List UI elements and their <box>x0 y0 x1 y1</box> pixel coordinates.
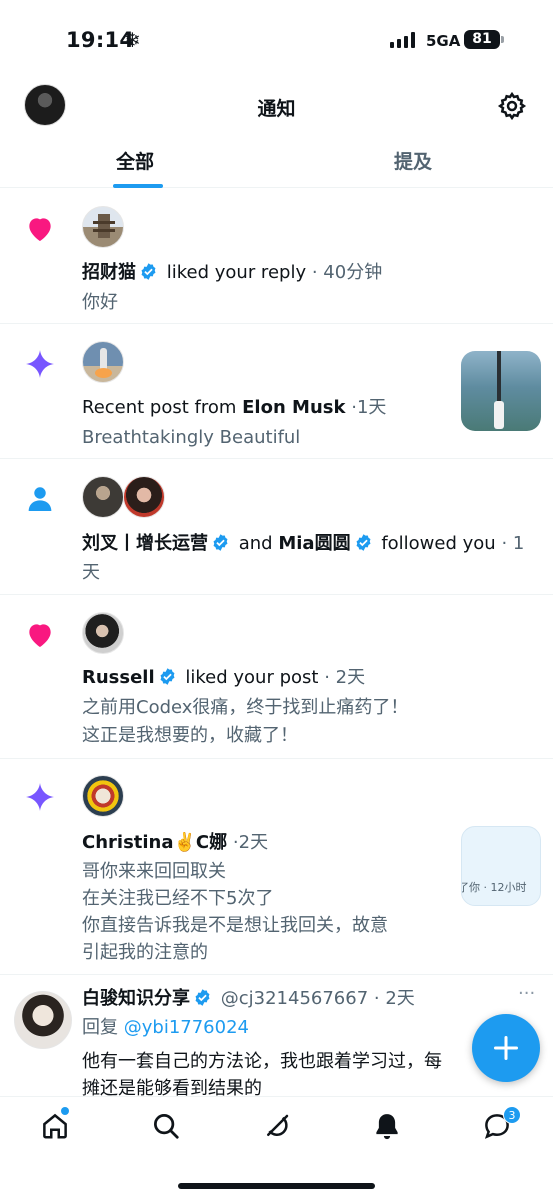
quoted-post-thumbnail[interactable]: 了你 · 12小时 <box>461 826 541 906</box>
reply-prefix: 回复 <box>82 1017 118 1038</box>
reply-context: 回复 @ybi1776024 <box>82 1014 249 1041</box>
tab-mentions[interactable]: 提及 <box>394 147 432 174</box>
search-icon[interactable] <box>151 1111 181 1141</box>
post-text-line: 之前用Codex很痛，终于找到止痛药了！ <box>82 697 409 718</box>
post-text: Breathtakingly Beautiful <box>82 427 301 448</box>
user-name[interactable]: Elon Musk <box>242 397 345 418</box>
post-thumbnail[interactable] <box>461 351 541 431</box>
post-text-line: 哥你来来回回取关 <box>82 861 226 882</box>
user-name[interactable]: Christina✌️C娜 <box>82 832 227 853</box>
user-name[interactable]: Mia圆圆 <box>278 533 350 554</box>
avatar[interactable] <box>82 476 124 518</box>
reply-to-link[interactable]: @ybi1776024 <box>124 1017 249 1038</box>
separator: · <box>501 533 508 554</box>
post-text-line: 你直接告诉我是不是想让我回关，故意 <box>82 915 388 936</box>
reply-item[interactable]: 白骏知识分享 @cj3214567667 · 2天 ··· 回复 @ybi177… <box>0 975 553 1096</box>
separator: · <box>324 667 330 688</box>
heart-icon <box>29 218 51 241</box>
home-notification-dot <box>61 1107 69 1115</box>
avatar[interactable] <box>82 775 124 817</box>
battery-tip <box>501 36 504 43</box>
user-handle[interactable]: @cj3214567667 <box>221 988 368 1009</box>
notification-item[interactable]: 刘叉丨增长运营 and Mia圆圆 followed you · 1 天 <box>0 459 553 595</box>
timestamp: 2天 <box>335 667 366 688</box>
post-text-line: 摊还是能够看到结果的 <box>82 1078 262 1096</box>
more-options-icon[interactable]: ··· <box>518 983 535 1004</box>
post-text-line: 他有一套自己的方法论，我也跟着学习过，每 <box>82 1051 442 1072</box>
timestamp: 1天 <box>356 397 387 418</box>
notification-text: 招财猫 liked your reply · 40分钟 <box>82 259 382 287</box>
verified-badge-icon <box>213 534 228 551</box>
action-text: liked your reply <box>166 262 307 283</box>
tab-all[interactable]: 全部 <box>116 147 154 174</box>
timestamp: 40分钟 <box>323 262 383 283</box>
status-bar: 19:14 ❄ 5GA 81 <box>0 0 553 80</box>
notification-item[interactable]: Christina✌️C娜 ·2天 哥你来来回回取关 在关注我已经不下5次了 你… <box>0 759 553 975</box>
plus-icon <box>493 1035 519 1061</box>
notification-item[interactable]: Recent post from Elon Musk ·1天 Breathtak… <box>0 324 553 459</box>
notification-item[interactable]: 招财猫 liked your reply · 40分钟 你好 <box>0 189 553 324</box>
bell-icon[interactable] <box>372 1111 402 1141</box>
person-icon <box>28 487 52 511</box>
verified-badge-icon <box>160 668 175 685</box>
action-text: liked your post <box>185 667 319 688</box>
battery-icon: 81 <box>464 30 500 49</box>
notification-item[interactable]: Russell liked your post · 2天 之前用Codex很痛，… <box>0 595 553 759</box>
timestamp: 2天 <box>385 988 415 1009</box>
timestamp-part: 1 <box>512 533 525 554</box>
post-text-line: 在关注我已经不下5次了 <box>82 888 274 909</box>
bottom-nav: 3 <box>0 1096 553 1200</box>
avatar[interactable] <box>82 612 124 654</box>
post-text-line: 引起我的注意的 <box>82 942 208 963</box>
notification-text: Russell liked your post · 2天 <box>82 664 365 692</box>
network-label: 5GA <box>426 32 461 50</box>
prefix-text: Recent post from <box>82 397 243 418</box>
user-name[interactable]: 白骏知识分享 <box>82 988 190 1009</box>
timestamp: 2天 <box>238 832 269 853</box>
post-text: 你好 <box>82 292 118 313</box>
verified-badge-icon <box>195 989 210 1006</box>
avatar[interactable] <box>14 991 72 1049</box>
snowflake-icon: ❄ <box>124 28 141 52</box>
heart-icon <box>29 624 51 647</box>
avatar[interactable] <box>123 476 165 518</box>
avatar[interactable] <box>82 206 124 248</box>
user-name[interactable]: Russell <box>82 667 155 688</box>
notification-text: Christina✌️C娜 ·2天 <box>82 829 268 857</box>
timestamp-part: 天 <box>82 562 100 583</box>
compose-button[interactable] <box>472 1014 540 1082</box>
sparkle-icon <box>26 350 54 378</box>
signal-icon <box>390 32 420 48</box>
quoted-snippet: 了你 · 12小时 <box>461 881 527 894</box>
separator: · <box>311 262 318 283</box>
verified-badge-icon <box>141 263 156 280</box>
home-indicator <box>178 1183 375 1189</box>
user-name[interactable]: 招财猫 <box>82 262 136 283</box>
user-name[interactable]: 刘叉丨增长运营 <box>82 533 208 554</box>
messages-badge: 3 <box>503 1106 521 1124</box>
notification-text: Recent post from Elon Musk ·1天 <box>82 394 386 422</box>
notification-text: 刘叉丨增长运营 and Mia圆圆 followed you · 1 <box>82 530 524 558</box>
gear-icon[interactable] <box>497 91 527 121</box>
verified-badge-icon <box>356 534 371 551</box>
separator: · <box>373 988 380 1009</box>
action-text: followed you <box>381 533 496 554</box>
home-icon[interactable] <box>40 1111 70 1141</box>
reply-header: 白骏知识分享 @cj3214567667 · 2天 <box>82 985 415 1013</box>
post-text-line: 这正是我想要的，收藏了！ <box>82 725 298 746</box>
sparkle-icon <box>26 783 54 811</box>
avatar[interactable] <box>82 341 124 383</box>
grok-icon[interactable] <box>262 1111 292 1141</box>
tab-indicator <box>113 184 163 188</box>
page-title: 通知 <box>257 98 296 120</box>
and-text: and <box>238 533 273 554</box>
